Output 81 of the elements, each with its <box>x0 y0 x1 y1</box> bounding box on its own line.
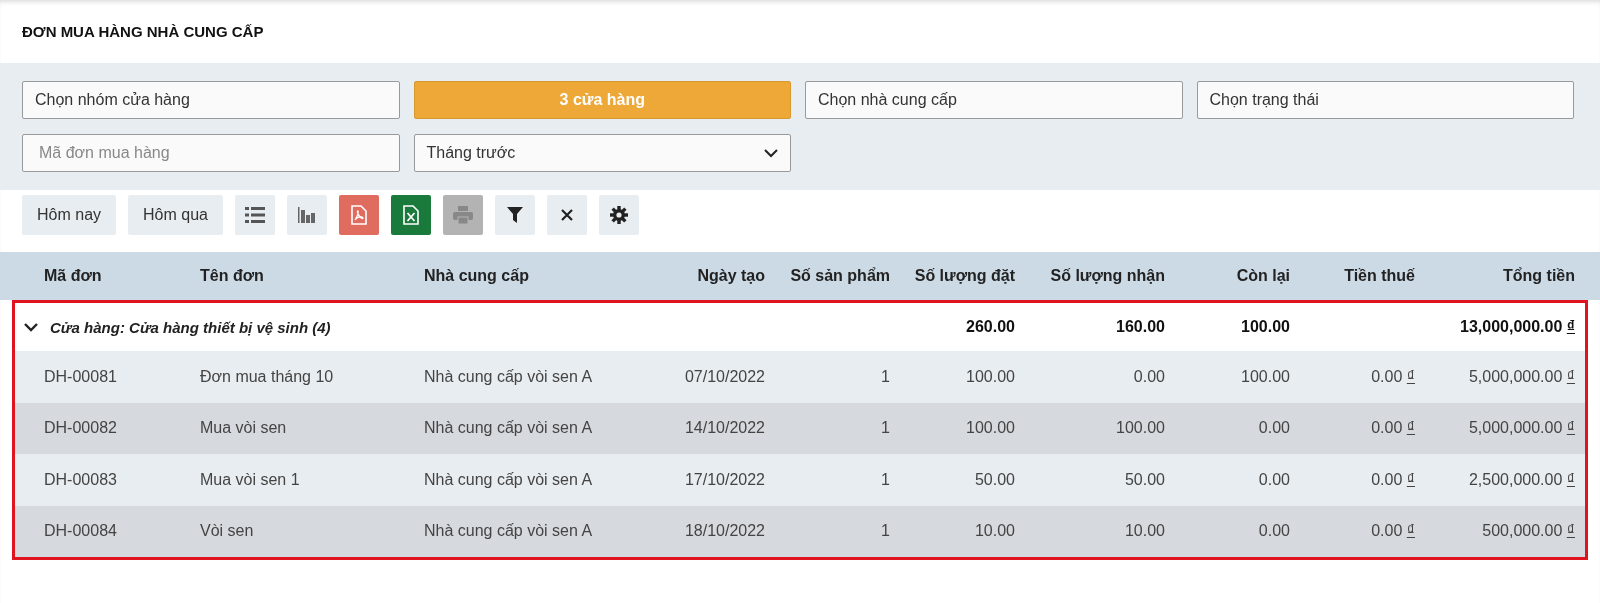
table-cell-text: 0.00 <box>1257 419 1290 438</box>
table-cell-text: 1 <box>880 367 890 386</box>
filter-button[interactable] <box>494 195 535 235</box>
excel-button[interactable] <box>390 195 431 235</box>
settings-icon <box>609 206 628 224</box>
table-cell-text: 14/10/2022 <box>683 419 765 438</box>
table-cell-text: DH-00084 <box>44 522 118 541</box>
group-total-cell-text: 160.00 <box>1115 318 1165 336</box>
close-icon <box>560 209 573 221</box>
table-cell-text: 2,500,000.00 ₫ <box>1467 470 1575 489</box>
group-row[interactable]: Cửa hàng: Cửa hàng thiết bị vệ sinh (4) 260.00 160.00 100.00 13,000,000.00 ₫ <box>15 303 1585 351</box>
table-cell-text: 100.00 <box>1115 419 1165 438</box>
column-header[interactable]: Tên đơn <box>200 267 424 285</box>
column-header[interactable]: Còn lại <box>1165 267 1290 285</box>
table-cell-text: Mua vòi sen <box>200 419 288 438</box>
list-button[interactable] <box>234 195 275 235</box>
table-cell-text: 50.00 <box>973 470 1015 489</box>
table-cell-text: 0.00 <box>1257 522 1290 541</box>
group-label: Cửa hàng: Cửa hàng thiết bị vệ sinh (4) <box>50 318 331 336</box>
pdf-file-icon <box>350 205 367 225</box>
table-cell-text: 0.00 ₫ <box>1370 367 1415 386</box>
table-cell-text: 1 <box>880 522 890 541</box>
table-cell-text: 17/10/2022 <box>683 470 765 489</box>
table-cell-text: 0.00 ₫ <box>1370 419 1415 438</box>
column-header[interactable]: Số lượng nhận <box>1015 267 1165 285</box>
table-cell-text: 07/10/2022 <box>683 367 765 386</box>
group-total-cell-text: 100.00 <box>1240 318 1290 336</box>
table-cell-text: 500,000.00 ₫ <box>1481 522 1575 541</box>
table-cell-text: 1 <box>880 470 890 489</box>
list-icon <box>244 207 265 223</box>
table-cell-text: Nhà cung cấp vòi sen A <box>424 470 594 489</box>
chevron-icon[interactable] <box>24 322 38 332</box>
table-cell-text: 0.00 ₫ <box>1370 470 1415 489</box>
date-button[interactable]: Hôm nay <box>22 195 117 235</box>
bar-chart-icon <box>297 207 316 223</box>
table-cell-text: 18/10/2022 <box>683 522 765 541</box>
chevron-down-icon <box>764 148 778 158</box>
clear-button[interactable] <box>546 195 587 235</box>
table-cell-text: 100.00 <box>1240 367 1290 386</box>
page-title: ĐƠN MUA HÀNG NHÀ CUNG CẤP <box>22 23 264 40</box>
select-field[interactable]: Chọn trạng thái <box>1196 81 1574 119</box>
order-code-field[interactable]: Mã đơn mua hàng <box>22 134 400 172</box>
column-header[interactable]: Mã đơn <box>44 267 200 285</box>
table-cell-text: DH-00081 <box>44 367 118 386</box>
pdf-button[interactable] <box>338 195 379 235</box>
date-button[interactable]: Hôm qua <box>128 195 223 235</box>
group-total-cell-text: 260.00 <box>965 318 1015 336</box>
column-header[interactable]: Tiền thuế <box>1290 267 1415 285</box>
table-cell-text: 10.00 <box>1123 522 1165 541</box>
filter-icon <box>506 207 523 223</box>
table-cell-text: 5,000,000.00 ₫ <box>1467 367 1575 386</box>
period-dropdown[interactable]: Tháng trước <box>413 134 791 172</box>
table-cell-text: 50.00 <box>1123 470 1165 489</box>
table-cell-text: 1 <box>880 419 890 438</box>
column-header[interactable]: Tổng tiền <box>1415 267 1575 285</box>
table-cell-text: Nhà cung cấp vòi sen A <box>424 419 594 438</box>
table-cell-text: Mua vòi sen 1 <box>200 470 301 489</box>
column-header[interactable]: Nhà cung cấp <box>424 267 640 285</box>
table-cell-text: Vòi sen <box>200 522 255 541</box>
select-field[interactable]: Chọn nhà cung cấp <box>805 81 1183 119</box>
table-cell-text: Đơn mua tháng 10 <box>200 367 335 386</box>
chart-button[interactable] <box>286 195 327 235</box>
table-cell-text: 0.00 <box>1257 470 1290 489</box>
table-cell-text: 100.00 <box>965 419 1015 438</box>
group-total-cell-text: 13,000,000.00 ₫ <box>1459 318 1575 336</box>
column-header[interactable]: Số lượng đặt <box>890 267 1015 285</box>
select-field[interactable]: Chọn nhóm cửa hàng <box>22 81 400 119</box>
settings-button[interactable] <box>598 195 639 235</box>
table-cell-text: 5,000,000.00 ₫ <box>1467 419 1575 438</box>
table-cell-text: Nhà cung cấp vòi sen A <box>424 367 594 386</box>
table-cell-text: 0.00 <box>1132 367 1165 386</box>
table-cell-text: 10.00 <box>973 522 1015 541</box>
column-header[interactable]: Số sản phẩm <box>765 267 890 285</box>
spreadsheet-file-icon <box>402 205 419 225</box>
print-icon <box>452 206 473 224</box>
table-cell-text: 0.00 ₫ <box>1370 522 1415 541</box>
table-cell-text: 100.00 <box>965 367 1015 386</box>
table-cell-text: DH-00083 <box>44 470 118 489</box>
column-header[interactable]: Ngày tạo <box>640 267 765 285</box>
table-cell-text: DH-00082 <box>44 419 118 438</box>
table-cell-text: Nhà cung cấp vòi sen A <box>424 522 594 541</box>
